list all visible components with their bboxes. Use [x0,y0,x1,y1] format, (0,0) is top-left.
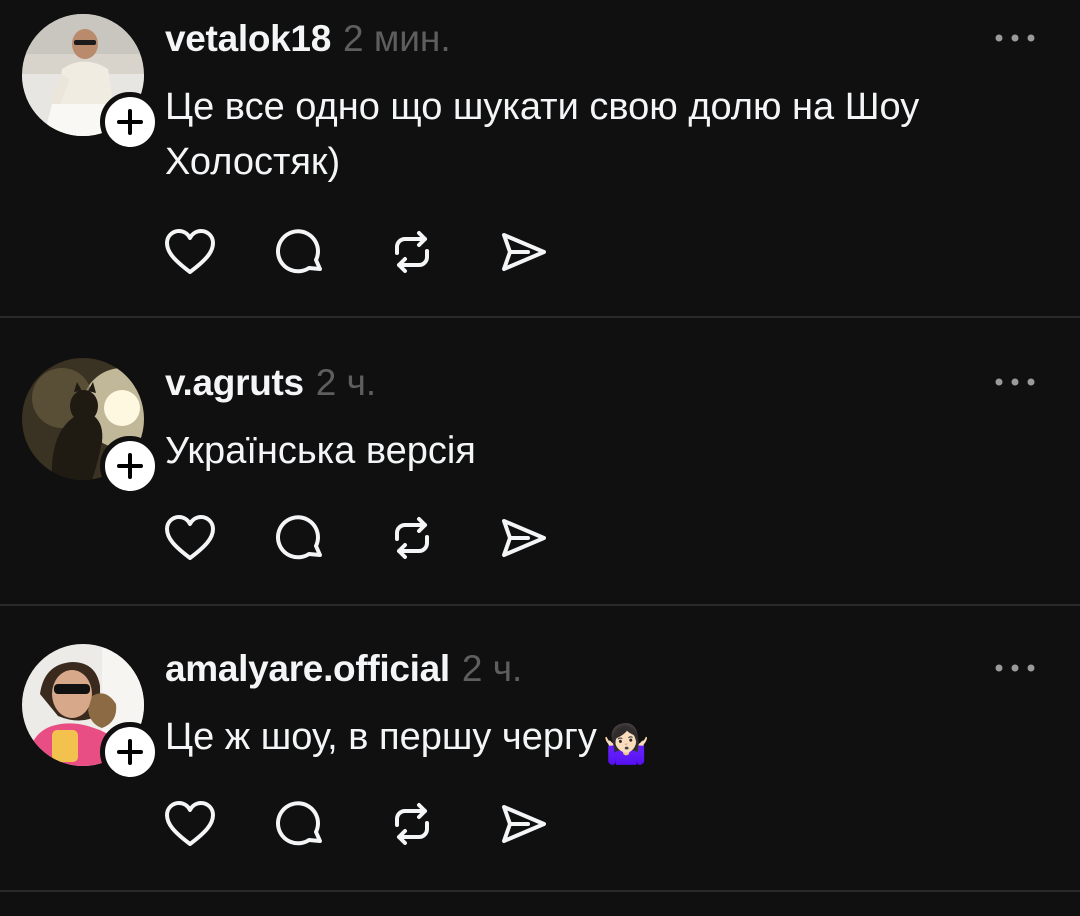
shrug-emoji: 🤷🏻‍♀️ [602,724,651,766]
avatar-wrap [22,14,160,152]
comment-icon [276,229,322,274]
repost-button[interactable] [384,224,440,280]
comment-button[interactable] [273,510,329,566]
post-header: amalyare.official 2 ч. [165,648,522,692]
avatar-wrap [22,358,160,496]
post-header: v.agruts 2 ч. [165,362,376,406]
repost-icon [395,517,429,559]
plus-icon [117,109,143,135]
heart-icon [165,229,215,274]
avatar-wrap [22,644,160,782]
post-actions [162,224,606,280]
post-item: v.agruts 2 ч. Українська версія [0,344,1080,630]
post-item: amalyare.official 2 ч. Це ж шоу, в першу… [0,630,1080,916]
like-button[interactable] [162,510,218,566]
post-text-body: Це ж шоу, в першу чергу [165,716,597,758]
share-button[interactable] [495,796,551,852]
share-icon [502,233,546,271]
comment-button[interactable] [273,796,329,852]
repost-button[interactable] [384,510,440,566]
share-button[interactable] [495,224,551,280]
more-options-button[interactable] [990,372,1040,392]
username[interactable]: v.agruts [165,362,304,404]
timestamp: 2 ч. [461,648,523,689]
divider [0,890,1080,892]
repost-button[interactable] [384,796,440,852]
post-text: Це все одно що шукати свою долю на Шоу Х… [165,86,920,183]
comment-icon [276,801,322,846]
plus-icon [117,453,143,479]
share-icon [502,805,546,843]
plus-icon [117,739,143,765]
divider [0,604,1080,606]
divider [0,316,1080,318]
post-item: vetalok18 2 мин. Це все одно що шукати с… [0,0,1080,318]
repost-icon [395,231,429,273]
username[interactable]: amalyare.official [165,648,450,690]
like-button[interactable] [162,796,218,852]
heart-icon [165,801,215,846]
more-icon [995,664,1035,672]
post-actions [162,796,606,852]
timestamp: 2 ч. [315,362,377,403]
comment-button[interactable] [273,224,329,280]
share-icon [502,519,546,557]
repost-icon [395,803,429,845]
more-options-button[interactable] [990,658,1040,678]
follow-button[interactable] [100,436,160,496]
heart-icon [165,515,215,560]
more-icon [995,34,1035,42]
username[interactable]: vetalok18 [165,18,331,60]
post-actions [162,510,606,566]
thread-feed: vetalok18 2 мин. Це все одно що шукати с… [0,0,1080,907]
comment-icon [276,515,322,560]
like-button[interactable] [162,224,218,280]
share-button[interactable] [495,510,551,566]
more-icon [995,378,1035,386]
post-text: Це ж шоу, в першу чергу 🤷🏻‍♀️ [165,710,1025,773]
more-options-button[interactable] [990,28,1040,48]
follow-button[interactable] [100,722,160,782]
post-text: Українська версія [165,430,476,472]
post-header: vetalok18 2 мин. [165,18,451,62]
timestamp: 2 мин. [342,18,451,59]
follow-button[interactable] [100,92,160,152]
